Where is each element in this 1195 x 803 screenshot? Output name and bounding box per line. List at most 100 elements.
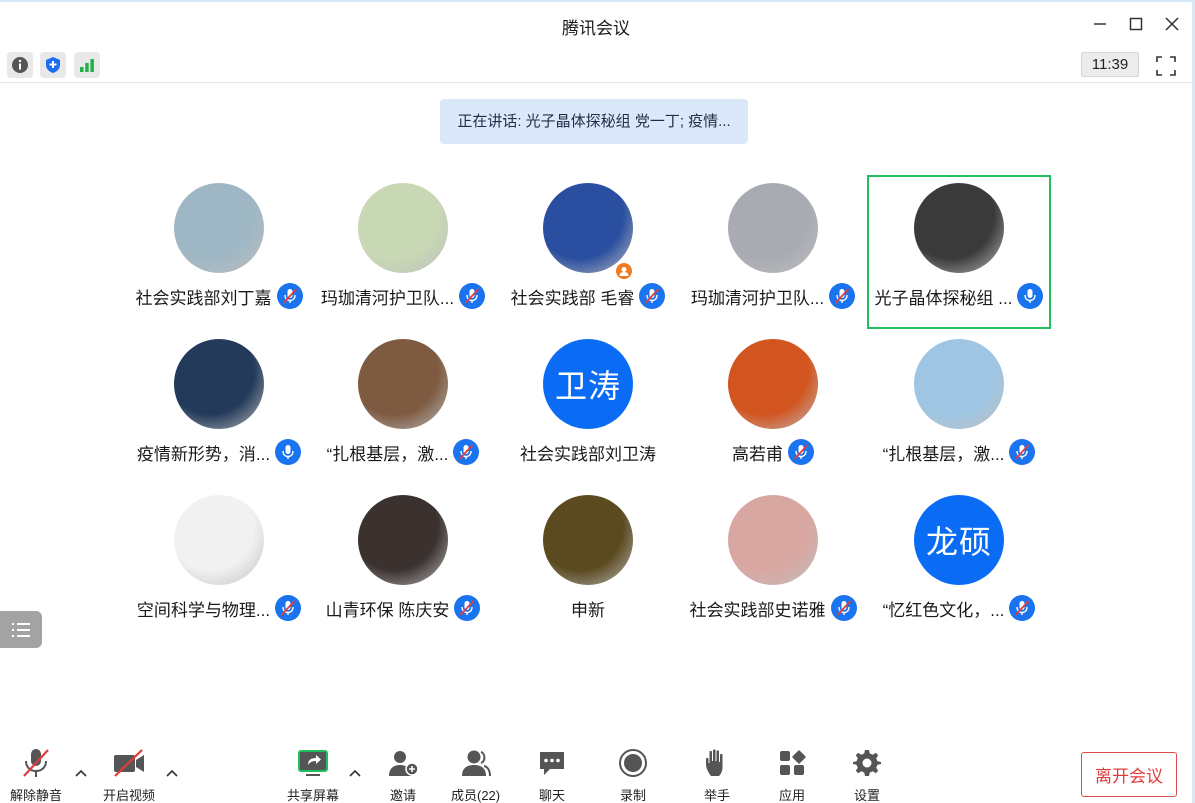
participant-name-row: “扎根基层，激... bbox=[311, 439, 495, 465]
mic-muted-icon bbox=[454, 595, 481, 621]
meeting-clock: 11:39 bbox=[1081, 52, 1139, 77]
leave-meeting-button[interactable]: 离开会议 bbox=[1081, 752, 1177, 797]
participant-name-row: “扎根基层，激... bbox=[867, 439, 1051, 465]
record-button[interactable]: 录制 bbox=[616, 747, 650, 803]
participant-tile[interactable]: 山青环保 陈庆安 bbox=[311, 487, 495, 641]
participant-name-row: 申新 bbox=[496, 595, 680, 621]
participant-name-row: 空间科学与物理... bbox=[127, 595, 311, 621]
participant-name: 光子晶体探秘组 ... bbox=[874, 288, 1013, 308]
participant-name-row: 玛珈清河护卫队... bbox=[681, 283, 865, 309]
raise-hand-label: 举手 bbox=[703, 788, 730, 803]
participant-name-row: 疫情新形势，消... bbox=[127, 439, 311, 465]
participant-tile[interactable]: 光子晶体探秘组 ... bbox=[867, 175, 1051, 329]
share-options-chevron-icon[interactable] bbox=[348, 765, 364, 777]
invite-label: 邀请 bbox=[389, 788, 416, 803]
minimize-icon[interactable] bbox=[1082, 10, 1118, 38]
mic-muted-icon bbox=[1009, 439, 1036, 465]
record-icon bbox=[616, 747, 650, 779]
record-label: 录制 bbox=[619, 788, 646, 803]
mic-muted-icon bbox=[830, 595, 857, 621]
avatar bbox=[358, 183, 448, 273]
members-label: 成员(22) bbox=[451, 788, 501, 803]
participant-tile[interactable]: 申新 bbox=[496, 487, 680, 641]
participant-tile[interactable]: 空间科学与物理... bbox=[127, 487, 311, 641]
mic-muted-icon bbox=[276, 283, 303, 309]
avatar bbox=[914, 183, 1004, 273]
participant-tile[interactable]: 卫涛 社会实践部刘卫涛 bbox=[496, 331, 680, 485]
participant-name: “扎根基层，激... bbox=[326, 444, 449, 464]
mic-muted-icon bbox=[639, 283, 666, 309]
participant-name: 高若甫 bbox=[732, 444, 783, 464]
avatar bbox=[174, 339, 264, 429]
participant-name: “扎根基层，激... bbox=[882, 444, 1005, 464]
participant-tile[interactable]: 疫情新形势，消... bbox=[127, 331, 311, 485]
participant-tile[interactable]: 玛珈清河护卫队... bbox=[681, 175, 865, 329]
participant-name-row: 光子晶体探秘组 ... bbox=[869, 283, 1049, 309]
participant-name-row: 玛珈清河护卫队... bbox=[311, 283, 495, 309]
raise-hand-button[interactable]: 举手 bbox=[700, 747, 734, 803]
invite-button[interactable]: 邀请 bbox=[386, 747, 420, 803]
video-options-chevron-icon[interactable] bbox=[165, 765, 181, 777]
avatar bbox=[543, 495, 633, 585]
add-user-icon bbox=[386, 747, 420, 779]
chat-icon bbox=[535, 747, 569, 779]
window-title: 腾讯会议 bbox=[562, 19, 630, 38]
apps-button[interactable]: 应用 bbox=[775, 747, 809, 803]
apps-icon bbox=[775, 747, 809, 779]
shield-icon[interactable] bbox=[40, 52, 66, 78]
list-view-toggle[interactable] bbox=[0, 611, 42, 648]
audio-options-chevron-icon[interactable] bbox=[74, 765, 90, 777]
participant-name-row: 社会实践部 毛睿 bbox=[496, 283, 680, 309]
participant-name: 山青环保 陈庆安 bbox=[325, 600, 450, 620]
settings-button[interactable]: 设置 bbox=[850, 747, 884, 803]
participant-name: 社会实践部刘丁嘉 bbox=[135, 288, 272, 308]
participant-name-row: 社会实践部史诺雅 bbox=[681, 595, 865, 621]
members-icon bbox=[459, 747, 493, 779]
title-bar: 腾讯会议 bbox=[0, 2, 1192, 46]
meeting-window: 腾讯会议 11:39 正在讲话: 光子晶体探秘组 党一丁; 疫情... 社会实践… bbox=[0, 0, 1195, 803]
participant-tile[interactable]: 龙硕 “忆红色文化，... bbox=[867, 487, 1051, 641]
share-screen-button[interactable]: 共享屏幕 bbox=[287, 747, 339, 803]
maximize-icon[interactable] bbox=[1118, 10, 1154, 38]
participant-name-row: 山青环保 陈庆安 bbox=[311, 595, 495, 621]
participant-name: 玛珈清河护卫队... bbox=[690, 288, 825, 308]
mic-muted-icon bbox=[453, 439, 480, 465]
mic-muted-icon bbox=[459, 283, 486, 309]
participant-tile[interactable]: 社会实践部 毛睿 bbox=[496, 175, 680, 329]
status-bar: 11:39 bbox=[0, 46, 1192, 82]
participant-tile[interactable]: 社会实践部刘丁嘉 bbox=[127, 175, 311, 329]
participant-tile[interactable]: “扎根基层，激... bbox=[867, 331, 1051, 485]
avatar bbox=[358, 495, 448, 585]
participant-tile[interactable]: 高若甫 bbox=[681, 331, 865, 485]
avatar bbox=[728, 183, 818, 273]
info-icon[interactable] bbox=[7, 52, 33, 78]
chat-button[interactable]: 聊天 bbox=[535, 747, 569, 803]
share-screen-icon bbox=[296, 747, 330, 779]
unmute-button[interactable]: 解除静音 bbox=[10, 747, 62, 803]
settings-label: 设置 bbox=[853, 788, 880, 803]
speaking-indicator: 正在讲话: 光子晶体探秘组 党一丁; 疫情... bbox=[440, 99, 748, 144]
avatar bbox=[728, 339, 818, 429]
avatar bbox=[914, 339, 1004, 429]
meeting-toolbar: 解除静音 开启视频 共享屏幕 邀请 成员(22) 聊天 录制 举手 应用 设置 … bbox=[0, 739, 1192, 803]
gear-icon bbox=[850, 747, 884, 779]
participant-name: 社会实践部刘卫涛 bbox=[520, 444, 656, 464]
participant-name-row: “忆红色文化，... bbox=[867, 595, 1051, 621]
start-video-label: 开启视频 bbox=[103, 788, 156, 803]
mic-muted-icon bbox=[788, 439, 814, 465]
share-screen-label: 共享屏幕 bbox=[287, 788, 340, 803]
fullscreen-icon[interactable] bbox=[1152, 52, 1180, 80]
avatar bbox=[543, 183, 633, 273]
avatar bbox=[174, 495, 264, 585]
participant-tile[interactable]: 玛珈清河护卫队... bbox=[311, 175, 495, 329]
mic-muted-icon bbox=[275, 595, 302, 621]
signal-icon[interactable] bbox=[74, 52, 100, 78]
participant-name: 社会实践部 毛睿 bbox=[510, 288, 635, 308]
close-icon[interactable] bbox=[1154, 10, 1190, 38]
participant-tile[interactable]: 社会实践部史诺雅 bbox=[681, 487, 865, 641]
participant-tile[interactable]: “扎根基层，激... bbox=[311, 331, 495, 485]
members-button[interactable]: 成员(22) bbox=[451, 747, 500, 803]
hand-icon bbox=[700, 747, 734, 779]
chat-label: 聊天 bbox=[538, 788, 565, 803]
start-video-button[interactable]: 开启视频 bbox=[103, 747, 155, 803]
